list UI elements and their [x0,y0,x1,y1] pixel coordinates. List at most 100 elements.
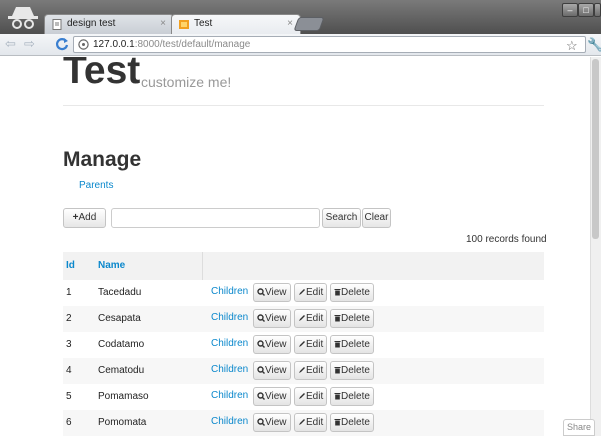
search-input[interactable] [111,208,320,228]
view-button[interactable]: View [253,335,291,354]
view-button[interactable]: View [253,413,291,432]
records-count: 100 records found [466,234,547,245]
children-link[interactable]: Children [211,286,248,297]
table-row: 6 Pomomata Children View Edit Delete [63,410,544,436]
search-button[interactable]: Search [322,208,361,228]
row-name: Tacedadu [98,287,142,298]
edit-button[interactable]: Edit [294,335,328,354]
edit-button[interactable]: Edit [294,413,328,432]
view-label: View [265,391,287,402]
minimize-button[interactable]: – [562,3,578,17]
magnifier-icon [257,417,265,428]
table-header: Id Name [63,252,544,280]
share-button[interactable]: Share [563,419,595,436]
add-button[interactable]: +Add [63,208,106,228]
magnifier-icon [257,391,265,402]
edit-button[interactable]: Edit [294,283,328,302]
view-label: View [265,339,287,350]
wrench-menu-icon[interactable]: 🔧 [587,37,601,53]
clear-button[interactable]: Clear [362,208,391,228]
magnifier-icon [257,339,265,350]
maximize-button[interactable]: □ [578,3,594,17]
trash-icon [334,417,341,428]
children-link[interactable]: Children [211,390,248,401]
edit-label: Edit [306,287,324,298]
view-button[interactable]: View [253,387,291,406]
table-row: 2 Cesapata Children View Edit Delete [63,306,544,332]
new-tab-button[interactable] [293,17,325,31]
edit-button[interactable]: Edit [294,361,328,380]
view-label: View [265,365,287,376]
edit-label: Edit [306,391,324,402]
close-window-button[interactable] [594,3,601,17]
page-viewport: Test customize me! Manage Parents +Add S… [0,57,601,436]
row-id: 1 [66,287,72,298]
edit-label: Edit [306,365,324,376]
delete-button[interactable]: Delete [330,361,374,380]
children-link[interactable]: Children [211,338,248,349]
close-tab-icon[interactable]: × [160,18,166,29]
magnifier-icon [257,287,265,298]
delete-button[interactable]: Delete [330,283,374,302]
close-tab-icon[interactable]: × [287,18,293,29]
table-row: 3 Codatamo Children View Edit Delete [63,332,544,358]
delete-button[interactable]: Delete [330,309,374,328]
trash-icon [334,287,341,298]
trash-icon [334,365,341,376]
delete-button[interactable]: Delete [330,387,374,406]
page-info-icon[interactable] [78,39,89,50]
edit-label: Edit [306,313,324,324]
edit-label: Edit [306,339,324,350]
reload-icon[interactable] [55,37,69,51]
edit-label: Edit [306,417,324,428]
tab-title: Test [194,18,213,29]
scrollbar-thumb[interactable] [592,59,599,239]
children-link[interactable]: Children [211,416,248,427]
header-divider [202,252,203,280]
trash-icon [334,339,341,350]
web2py-favicon-icon [179,20,189,29]
view-button[interactable]: View [253,309,291,328]
children-link[interactable]: Children [211,312,248,323]
address-bar[interactable]: 127.0.0.1:8000/test/default/manage [73,36,586,53]
bookmark-star-icon[interactable]: ☆ [566,38,578,54]
column-header-name[interactable]: Name [98,260,125,271]
site-tagline: customize me! [141,74,232,90]
column-header-id[interactable]: Id [66,260,75,271]
delete-label: Delete [341,339,370,350]
delete-button[interactable]: Delete [330,335,374,354]
trash-icon [334,391,341,402]
tab-design-test[interactable]: design test × [44,14,174,34]
view-button[interactable]: View [253,361,291,380]
back-button[interactable]: ⇦ [5,37,16,51]
pencil-icon [298,391,306,402]
magnifier-icon [257,365,265,376]
pencil-icon [298,365,306,376]
view-button[interactable]: View [253,283,291,302]
site-brand[interactable]: Test [63,57,140,93]
document-icon [52,19,62,30]
pencil-icon [298,339,306,350]
pencil-icon [298,287,306,298]
tab-test[interactable]: Test × [171,14,301,34]
delete-button[interactable]: Delete [330,413,374,432]
row-id: 6 [66,417,72,428]
table-row: 4 Cematodu Children View Edit Delete [63,358,544,384]
browser-toolbar: ⇦ ⇨ 127.0.0.1:8000/test/default/manage [0,34,601,56]
edit-button[interactable]: Edit [294,309,328,328]
parents-link[interactable]: Parents [79,180,113,191]
row-name: Pomomata [98,417,147,428]
view-label: View [265,417,287,428]
row-name: Cesapata [98,313,141,324]
delete-label: Delete [341,417,370,428]
pencil-icon [298,313,306,324]
delete-label: Delete [341,365,370,376]
forward-button[interactable]: ⇨ [24,37,35,51]
children-link[interactable]: Children [211,364,248,375]
table-row: 1 Tacedadu Children View Edit Delete [63,280,544,306]
row-name: Pomamaso [98,391,149,402]
row-id: 2 [66,313,72,324]
edit-button[interactable]: Edit [294,387,328,406]
url-text: 127.0.0.1:8000/test/default/manage [93,39,250,50]
table-row: 5 Pomamaso Children View Edit Delete [63,384,544,410]
